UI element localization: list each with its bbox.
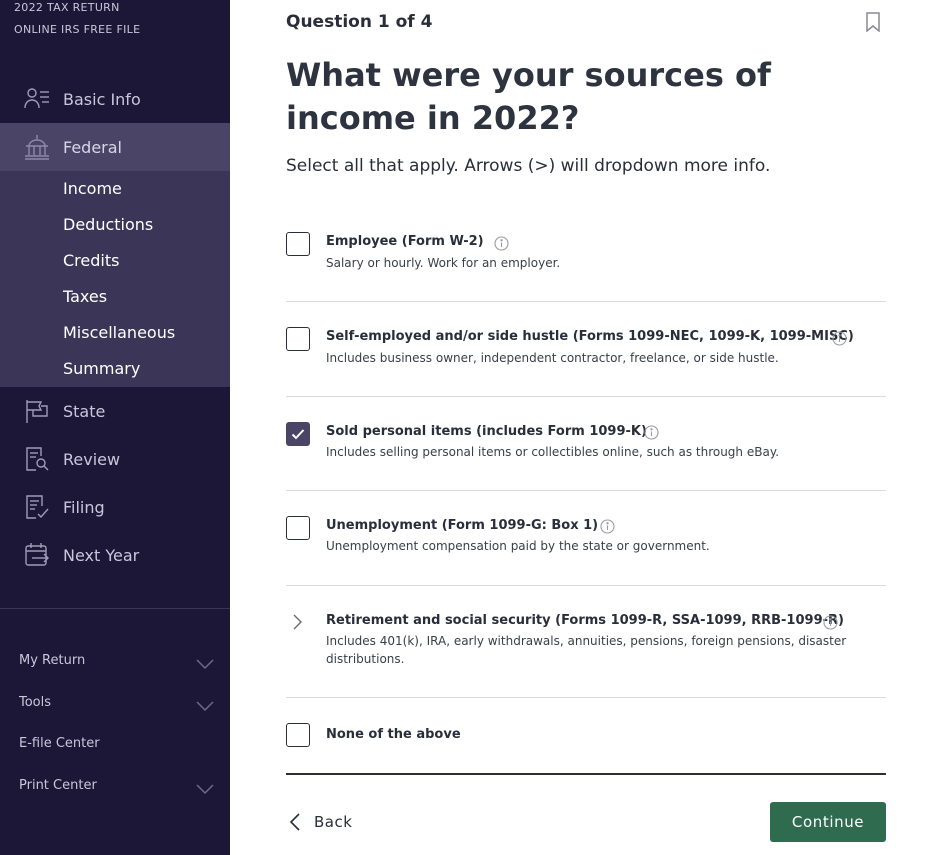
main-content: Question 1 of 4 What were your sources o… [230, 0, 931, 855]
sidebar-divider [0, 608, 230, 609]
capitol-icon [25, 135, 49, 160]
info-icon[interactable] [600, 519, 615, 534]
option-title: None of the above [326, 727, 461, 742]
income-option-unemployment[interactable]: Unemployment (Form 1099-G: Box 1) Unempl… [286, 516, 886, 566]
sidebar-tools[interactable]: Tools [19, 695, 51, 710]
sidebar-item-review[interactable]: Review [0, 435, 230, 483]
calendar-arrow-icon [25, 543, 49, 566]
option-divider [286, 396, 886, 397]
page-title: What were your sources of income in 2022… [286, 56, 771, 137]
federal-subnav: Income Deductions Credits Taxes Miscella… [0, 171, 230, 387]
info-icon[interactable] [644, 425, 659, 440]
chevron-left-icon [289, 813, 300, 831]
sidebar-item-label: Federal [63, 137, 122, 157]
chevron-right-icon[interactable] [290, 614, 304, 630]
back-label: Back [314, 813, 353, 831]
option-description: Includes business owner, independent con… [326, 351, 779, 365]
sidebar-item-next-year[interactable]: Next Year [0, 531, 230, 579]
none-of-the-above-checkbox[interactable] [286, 723, 310, 747]
subnav-item-credits[interactable]: Credits [63, 251, 119, 270]
option-divider [286, 490, 886, 491]
info-icon[interactable] [494, 236, 509, 251]
option-description: Includes 401(k), IRA, early withdrawals,… [326, 634, 847, 666]
document-search-icon [26, 447, 49, 471]
option-divider [286, 301, 886, 302]
document-check-icon [26, 495, 49, 519]
income-option-self-employed[interactable]: Self-employed and/or side hustle (Forms … [286, 327, 886, 377]
bookmark-icon[interactable] [864, 12, 882, 32]
unemployment-checkbox[interactable] [286, 516, 310, 540]
brand-line-1: 2022 TAX RETURN [14, 1, 120, 14]
employee-checkbox[interactable] [286, 232, 310, 256]
sidebar-item-label: State [63, 401, 106, 421]
option-title: Retirement and social security (Forms 10… [326, 613, 844, 628]
sidebar-item-label: Next Year [63, 545, 140, 565]
income-option-none[interactable]: None of the above [286, 723, 886, 749]
sidebar-item-label: Basic Info [63, 89, 141, 109]
subnav-item-deductions[interactable]: Deductions [63, 215, 153, 234]
question-counter: Question 1 of 4 [286, 12, 433, 32]
subnav-item-summary[interactable]: Summary [63, 359, 140, 378]
checkmark-icon [291, 429, 305, 440]
subnav-item-income[interactable]: Income [63, 179, 122, 198]
sidebar-efile-center[interactable]: E-file Center [19, 736, 100, 751]
option-title: Unemployment (Form 1099-G: Box 1) [326, 518, 599, 533]
chevron-down-icon[interactable] [196, 783, 214, 795]
sidebar-item-filing[interactable]: Filing [0, 483, 230, 531]
continue-button[interactable]: Continue [770, 802, 886, 842]
subnav-item-miscellaneous[interactable]: Miscellaneous [63, 323, 175, 342]
self-employed-checkbox[interactable] [286, 327, 310, 351]
info-icon[interactable] [823, 615, 838, 630]
income-option-retirement[interactable]: Retirement and social security (Forms 10… [286, 611, 886, 671]
sidebar-item-basic-info[interactable]: Basic Info [0, 75, 230, 123]
sidebar-item-label: Review [63, 449, 121, 469]
person-list-icon [24, 88, 49, 109]
sidebar-item-federal[interactable]: Federal [0, 123, 230, 171]
option-title: Self-employed and/or side hustle (Forms … [326, 329, 854, 344]
option-description: Includes selling personal items or colle… [326, 445, 780, 459]
flag-icon [26, 400, 48, 423]
option-title: Employee (Form W-2) [326, 234, 484, 249]
brand-line-2: ONLINE IRS FREE FILE [14, 23, 141, 36]
options-bottom-rule [286, 773, 886, 775]
sidebar-item-state[interactable]: State [0, 387, 230, 435]
option-description: Unemployment compensation paid by the st… [326, 539, 710, 553]
chevron-down-icon[interactable] [196, 658, 214, 670]
option-divider [286, 697, 886, 698]
chevron-down-icon[interactable] [196, 700, 214, 712]
option-divider [286, 585, 886, 586]
income-option-sold-personal-items[interactable]: Sold personal items (includes Form 1099-… [286, 422, 886, 472]
option-description: Salary or hourly. Work for an employer. [326, 256, 561, 270]
sidebar-item-label: Filing [63, 497, 105, 517]
option-title: Sold personal items (includes Form 1099-… [326, 424, 647, 439]
income-option-employee[interactable]: Employee (Form W-2) Salary or hourly. Wo… [286, 232, 886, 282]
sidebar-print-center[interactable]: Print Center [19, 778, 97, 793]
sold-personal-items-checkbox[interactable] [286, 422, 310, 446]
info-icon[interactable] [832, 331, 847, 346]
sidebar: 2022 TAX RETURN ONLINE IRS FREE FILE Bas… [0, 0, 230, 855]
sidebar-my-return[interactable]: My Return [19, 653, 85, 668]
subnav-item-taxes[interactable]: Taxes [63, 287, 107, 306]
page-subtitle: Select all that apply. Arrows (>) will d… [286, 156, 771, 176]
